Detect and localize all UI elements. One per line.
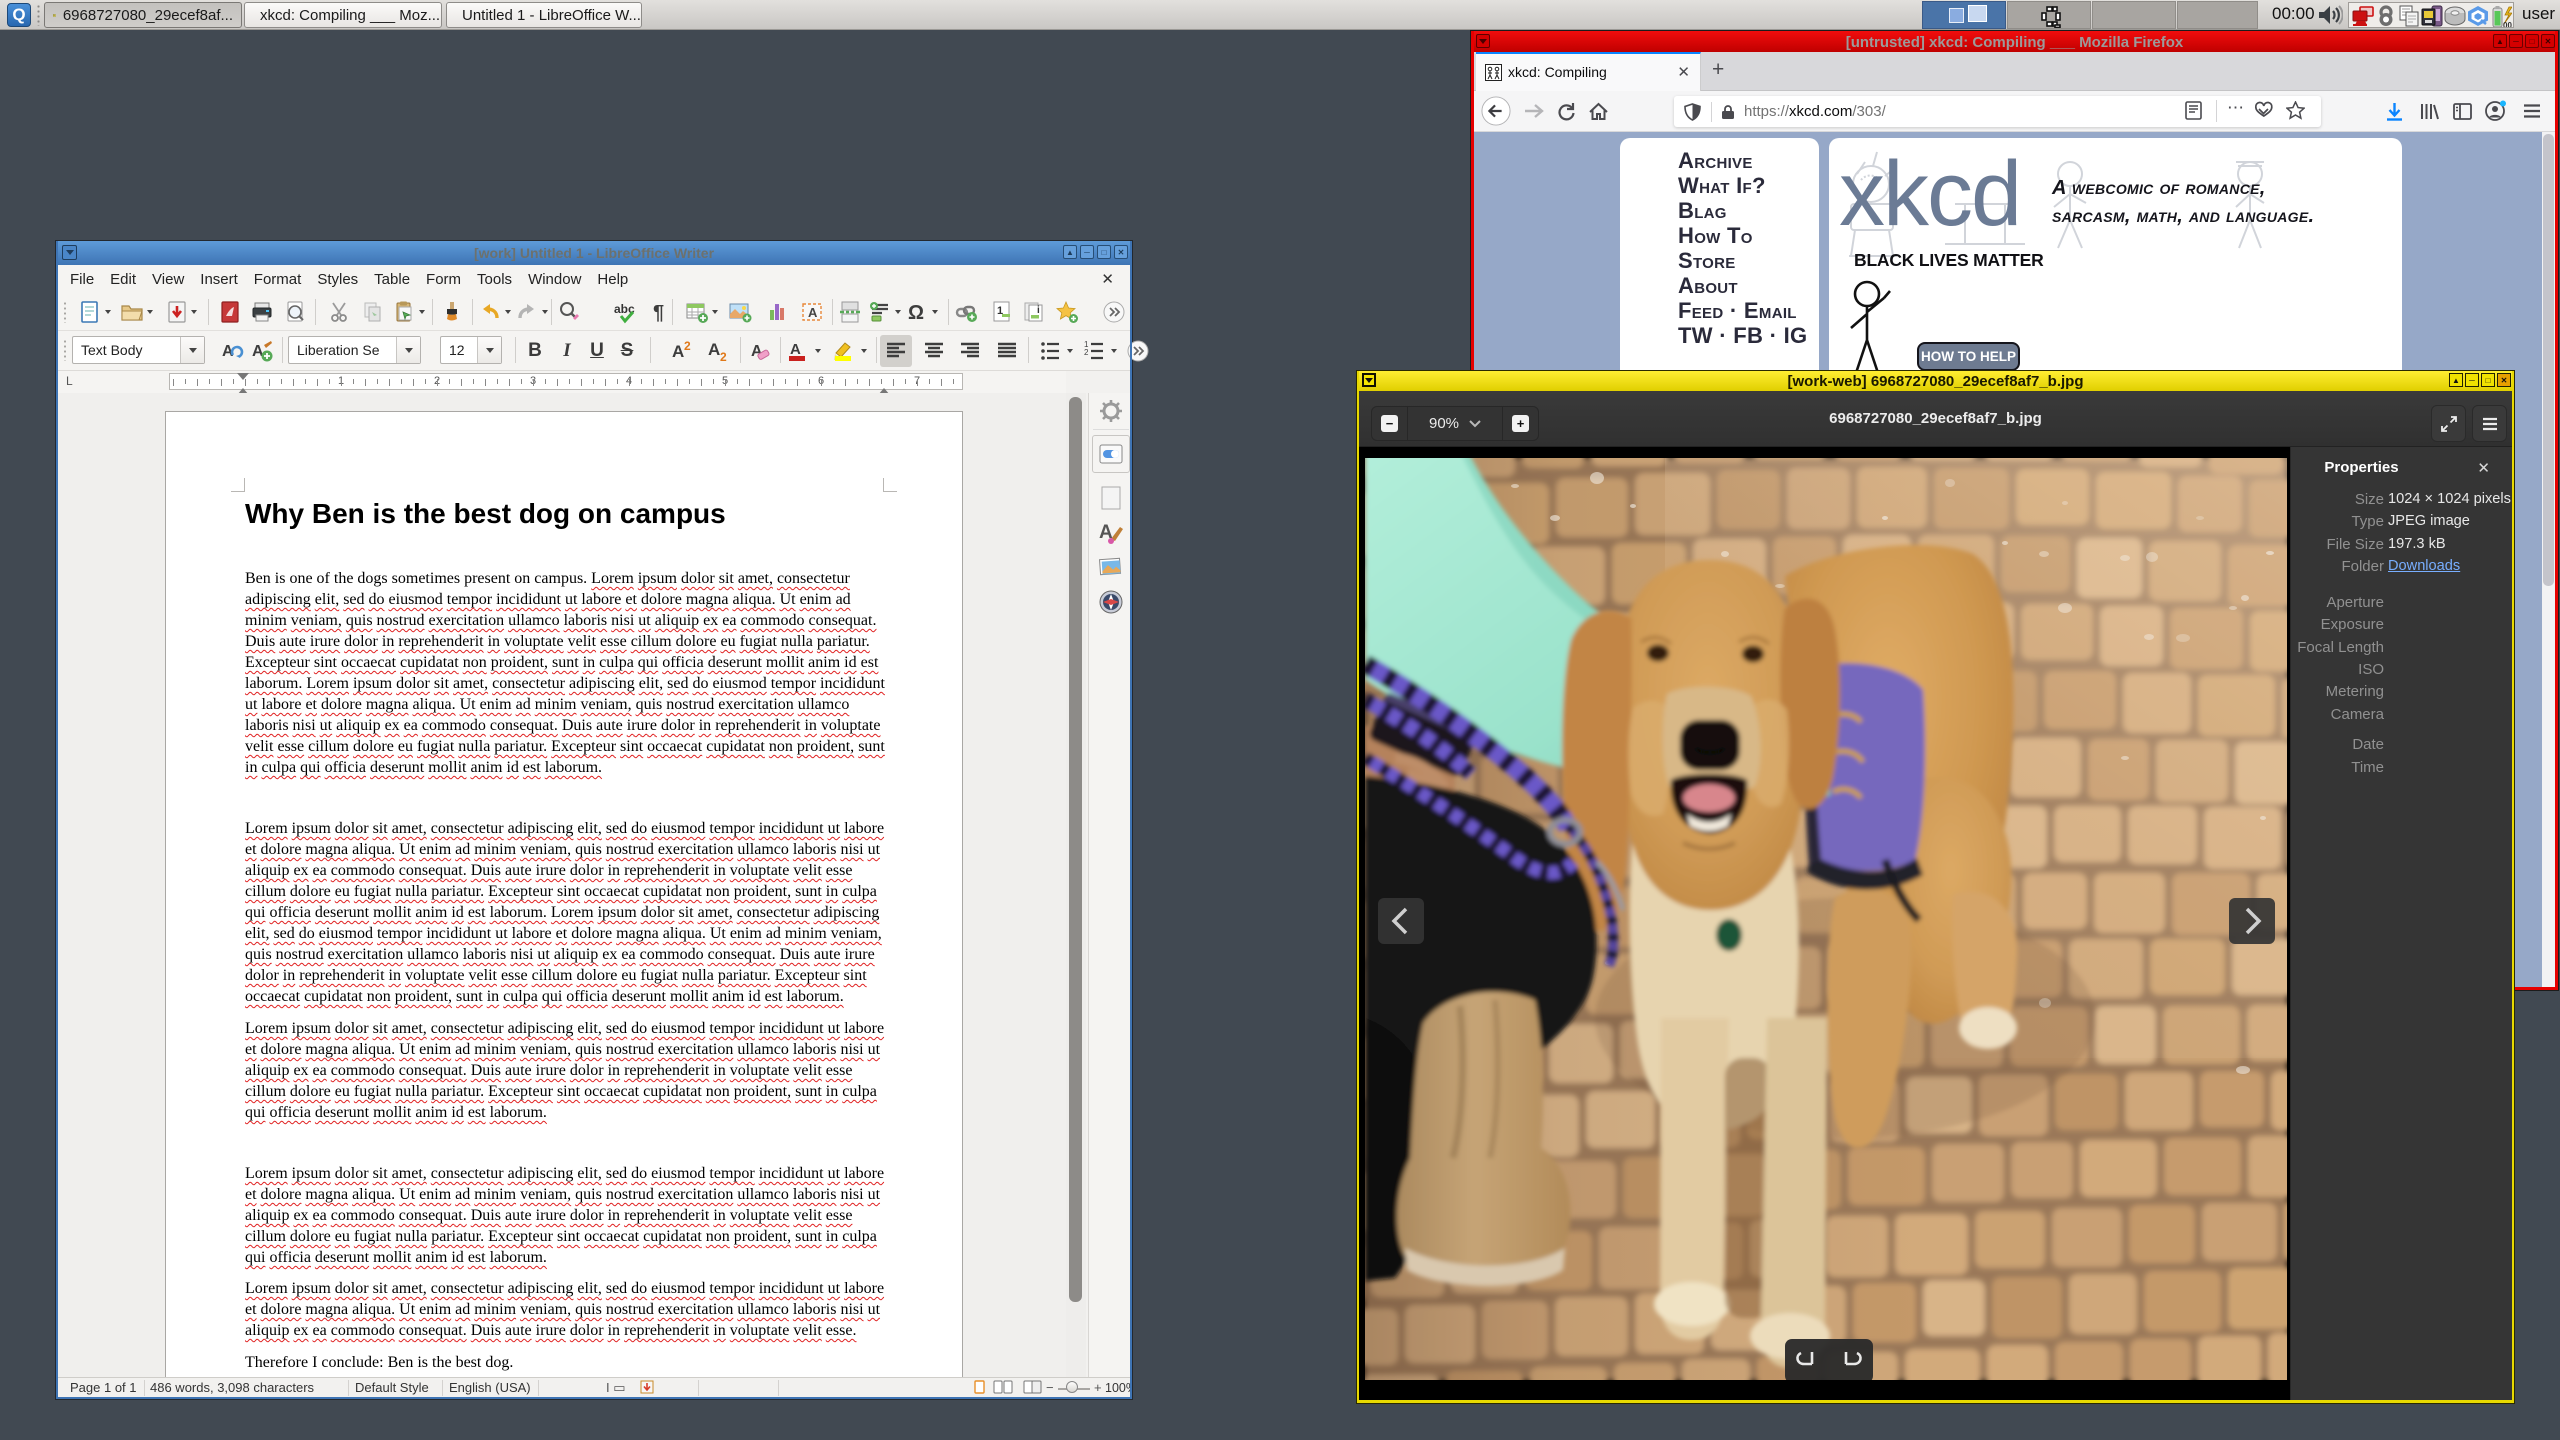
svg-text:2: 2: [684, 339, 691, 353]
svg-text:A: A: [790, 341, 801, 358]
svg-text:2: 2: [1084, 348, 1089, 357]
svg-text:i: i: [1037, 305, 1040, 316]
svg-text:00: 00: [2503, 21, 2512, 27]
svg-text:2: 2: [720, 350, 727, 363]
svg-text:¶: ¶: [653, 302, 664, 324]
svg-text:A: A: [672, 342, 684, 361]
svg-text:A: A: [808, 305, 818, 320]
svg-text:A: A: [708, 340, 720, 359]
svg-text:Ω: Ω: [908, 302, 924, 324]
